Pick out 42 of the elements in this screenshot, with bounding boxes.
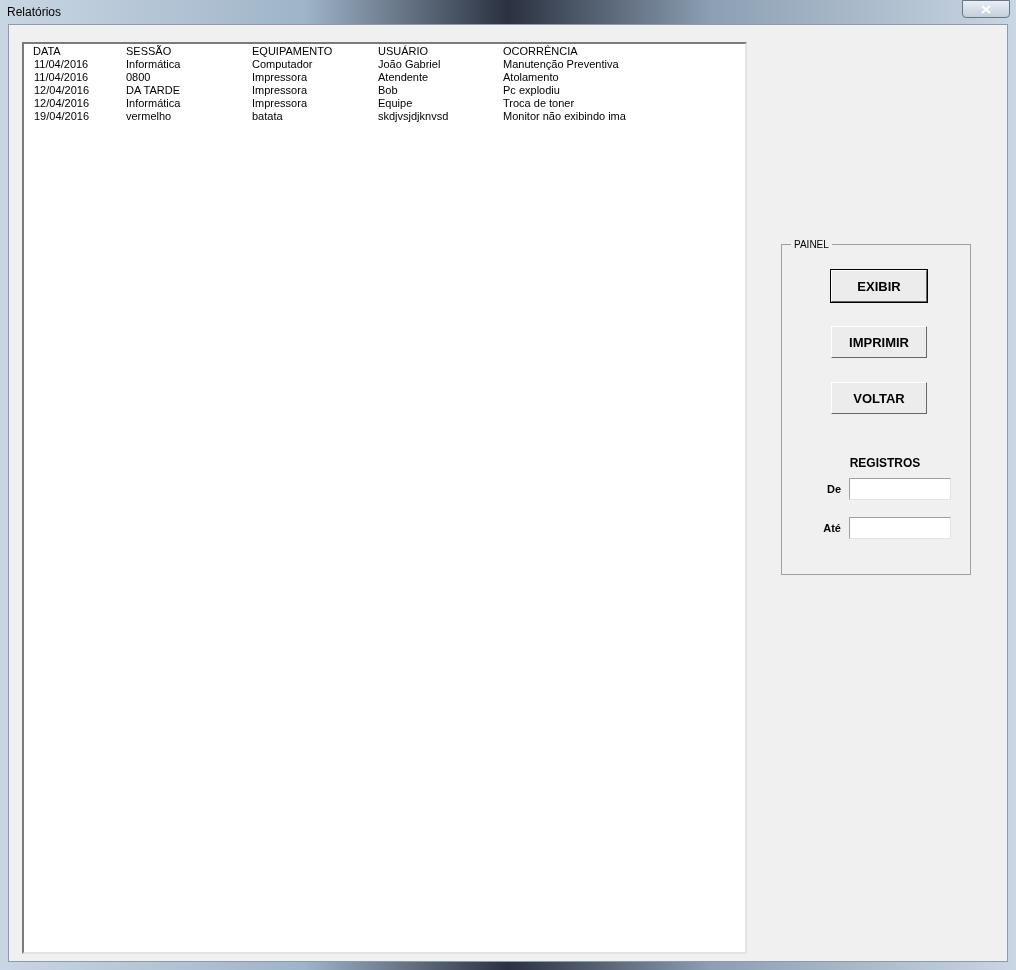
table-cell-text: 12/04/2016	[33, 84, 91, 97]
input-field[interactable]	[849, 517, 951, 539]
table-cell-text: 11/04/2016	[33, 71, 90, 84]
table-cell-text: Troca de toner	[503, 97, 576, 110]
table-cell-text: batata	[252, 110, 284, 123]
table-cell-text: Pc explodiu	[503, 84, 561, 97]
window-title: Relatórios	[7, 5, 62, 19]
table-cell-text: Manutenção Preventiva	[503, 58, 620, 71]
table-cell-text: DA TARDE	[126, 84, 181, 97]
table-cell-text: Monitor não exibindo ima	[503, 110, 627, 123]
table-cell-text: Informática	[126, 58, 182, 71]
table-cell-text: Computador	[252, 58, 314, 71]
column-header: EQUIPAMENTO	[252, 45, 334, 58]
action-button[interactable]: EXIBIR	[831, 270, 927, 302]
column-header: SESSÃO	[126, 45, 173, 58]
table-cell-text: 11/04/2016	[33, 58, 90, 71]
table-cell-text: 0800	[126, 71, 152, 84]
table-cell-text: Informática	[126, 97, 182, 110]
table-cell-text: Impressora	[252, 84, 309, 97]
column-header: USUÁRIO	[378, 45, 430, 58]
action-button[interactable]: VOLTAR	[831, 382, 927, 414]
action-button[interactable]: IMPRIMIR	[831, 326, 927, 358]
table-cell-text: vermelho	[126, 110, 173, 123]
table-cell-text: João Gabriel	[378, 58, 442, 71]
table-cell-text: 12/04/2016	[33, 97, 91, 110]
section-heading: REGISTROS	[849, 456, 921, 470]
table-cell-text: Equipe	[378, 97, 414, 110]
table-cell-text: Atolamento	[503, 71, 560, 84]
column-header: DATA	[33, 45, 62, 58]
close-button[interactable]	[962, 0, 1010, 18]
table-cell-text: Bob	[378, 84, 399, 97]
table-cell-text: Impressora	[252, 71, 309, 84]
column-header: OCORRÊNCIA	[503, 45, 579, 58]
group-title: PAINEL	[793, 239, 830, 250]
close-icon	[981, 4, 991, 14]
field-label: Até	[823, 522, 841, 534]
field-label: De	[826, 483, 841, 495]
table-cell-text: Atendente	[378, 71, 430, 84]
table-cell-text: 19/04/2016	[33, 110, 91, 123]
table-cell-text: skdjvsjdjknvsd	[378, 110, 450, 123]
input-field[interactable]	[849, 478, 951, 500]
table-cell-text: Impressora	[252, 97, 309, 110]
